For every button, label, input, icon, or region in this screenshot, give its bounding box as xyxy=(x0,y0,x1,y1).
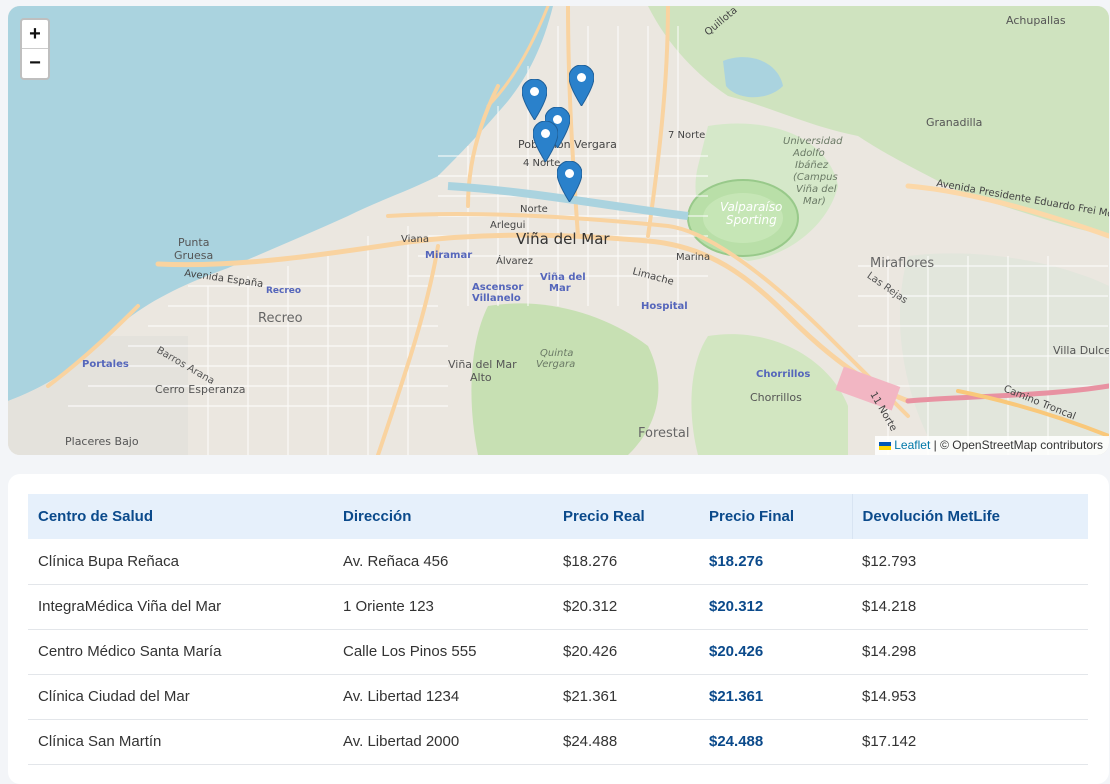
label-arlegui: Arlegui xyxy=(490,220,525,231)
cell-direccion: Av. Reñaca 456 xyxy=(333,539,553,585)
label-cerro-esperanza: Cerro Esperanza xyxy=(155,383,245,396)
cell-devolucion: $14.218 xyxy=(852,584,1088,630)
cell-direccion: Av. Libertad 2000 xyxy=(333,719,553,765)
label-miraflores: Miraflores xyxy=(870,256,934,271)
cell-precio-final: $24.488 xyxy=(699,719,852,765)
label-quinta-vergara: Quinta Vergara xyxy=(536,348,577,370)
header-direccion: Dirección xyxy=(343,508,412,525)
label-marina: Marina xyxy=(676,252,710,263)
map-tiles[interactable]: Achupallas Granadilla Viña del Mar Miraf… xyxy=(8,6,1109,455)
label-viana: Viana xyxy=(401,234,429,245)
label-chorrillos-station: Chorrillos xyxy=(756,369,810,380)
zoom-control: + − xyxy=(20,18,50,80)
label-recreo-station: Recreo xyxy=(266,286,301,296)
label-placeres-bajo: Placeres Bajo xyxy=(65,435,139,448)
zoom-out-button[interactable]: − xyxy=(22,49,48,78)
map-attribution: Leaflet | © OpenStreetMap contributors xyxy=(875,436,1109,455)
cell-precio-real: $20.312 xyxy=(553,584,699,630)
map-marker-1[interactable] xyxy=(569,65,594,106)
cell-precio-real: $24.488 xyxy=(553,719,699,765)
header-precio-real: Precio Real xyxy=(563,508,645,525)
label-chorrillos: Chorrillos xyxy=(750,391,802,404)
label-portales: Portales xyxy=(82,359,129,370)
cell-direccion: Calle Los Pinos 555 xyxy=(333,629,553,675)
cell-devolucion: $17.142 xyxy=(852,719,1088,765)
label-7-norte: 7 Norte xyxy=(668,130,705,141)
table-row: Clínica San Martín Av. Libertad 2000 $24… xyxy=(28,719,1088,765)
label-sporting: Valparaíso Sporting xyxy=(720,200,786,227)
header-centro-de-salud: Centro de Salud xyxy=(38,508,154,525)
label-miramar: Miramar xyxy=(425,250,472,261)
label-norte: Norte xyxy=(520,204,548,215)
table-row: Centro Médico Santa María Calle Los Pino… xyxy=(28,629,1088,675)
cell-direccion: Av. Libertad 1234 xyxy=(333,674,553,720)
table-row: Clínica Ciudad del Mar Av. Libertad 1234… xyxy=(28,674,1088,720)
table-row: Clínica Bupa Reñaca Av. Reñaca 456 $18.2… xyxy=(28,539,1088,585)
label-recreo: Recreo xyxy=(258,311,303,326)
ukraine-flag-icon xyxy=(879,442,892,450)
label-vina-del-mar: Viña del Mar xyxy=(516,230,610,248)
table-row: IntegraMédica Viña del Mar 1 Oriente 123… xyxy=(28,584,1088,630)
table-header-row: Centro de Salud Dirección Precio Real Pr… xyxy=(28,494,1088,539)
cell-precio-final: $18.276 xyxy=(699,539,852,585)
map-marker-4[interactable] xyxy=(533,121,558,162)
header-precio-final: Precio Final xyxy=(709,508,795,525)
leaflet-link[interactable]: Leaflet xyxy=(894,438,930,452)
cell-centro: IntegraMédica Viña del Mar xyxy=(28,584,333,630)
cell-precio-final: $20.312 xyxy=(699,584,852,630)
zoom-in-button[interactable]: + xyxy=(22,20,48,49)
header-devolucion-metlife: Devolución MetLife xyxy=(851,494,1088,539)
label-villa-dulce: Villa Dulce xyxy=(1053,344,1109,357)
label-granadilla: Granadilla xyxy=(926,116,982,129)
results-card: Centro de Salud Dirección Precio Real Pr… xyxy=(8,474,1109,784)
label-ascensor-villanelo: Ascensor Villanelo xyxy=(472,282,527,304)
cell-devolucion: $14.953 xyxy=(852,674,1088,720)
cell-devolucion: $14.298 xyxy=(852,629,1088,675)
label-alvarez: Álvarez xyxy=(496,254,533,267)
cell-precio-real: $18.276 xyxy=(553,539,699,585)
cell-precio-real: $21.361 xyxy=(553,674,699,720)
label-forestal: Forestal xyxy=(638,426,689,441)
cell-devolucion: $12.793 xyxy=(852,539,1088,585)
results-table: Centro de Salud Dirección Precio Real Pr… xyxy=(28,494,1088,765)
label-punta-gruesa: Punta Gruesa xyxy=(174,236,213,262)
cell-direccion: 1 Oriente 123 xyxy=(333,584,553,630)
cell-precio-final: $20.426 xyxy=(699,629,852,675)
map-marker-5[interactable] xyxy=(557,161,582,202)
osm-attribution-text: | © OpenStreetMap contributors xyxy=(930,438,1103,452)
cell-centro: Clínica Bupa Reñaca xyxy=(28,539,333,585)
map-container[interactable]: Achupallas Granadilla Viña del Mar Miraf… xyxy=(8,6,1109,455)
map-marker-2[interactable] xyxy=(522,79,547,120)
cell-centro: Centro Médico Santa María xyxy=(28,629,333,675)
label-hospital: Hospital xyxy=(641,301,688,312)
cell-centro: Clínica Ciudad del Mar xyxy=(28,674,333,720)
cell-precio-real: $20.426 xyxy=(553,629,699,675)
cell-precio-final: $21.361 xyxy=(699,674,852,720)
cell-centro: Clínica San Martín xyxy=(28,719,333,765)
label-achupallas: Achupallas xyxy=(1006,14,1066,27)
